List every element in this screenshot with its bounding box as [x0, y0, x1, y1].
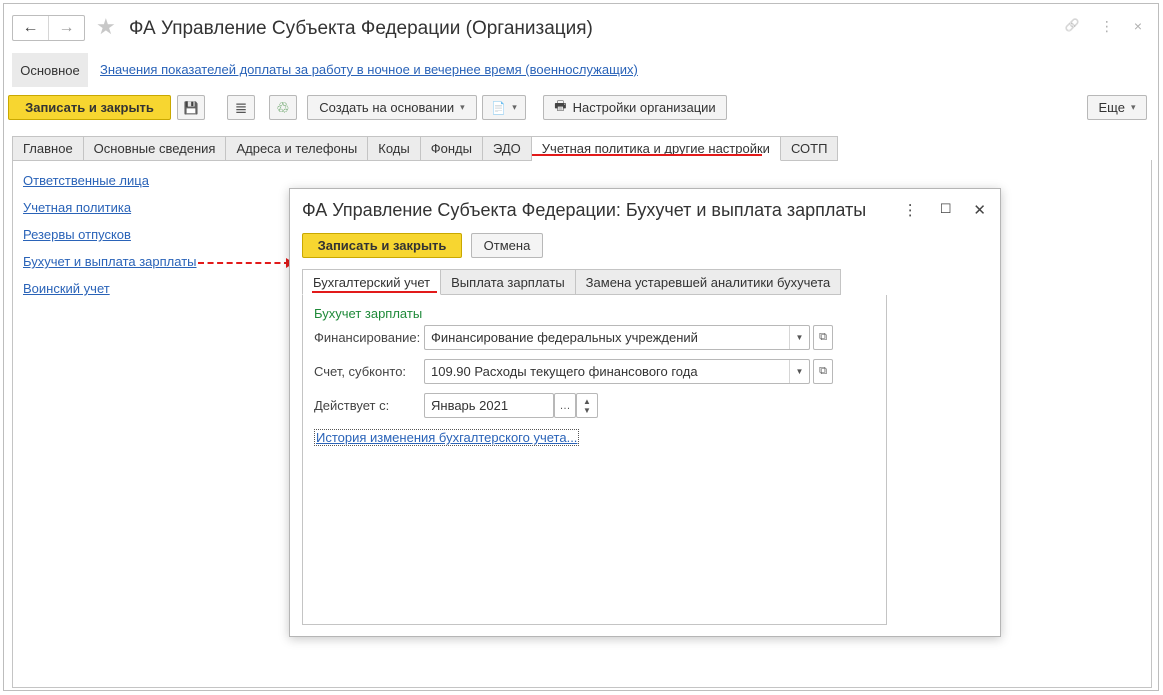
documents-icon[interactable]: 📄 ▾ — [482, 95, 526, 120]
tab-main[interactable]: Главное — [12, 136, 84, 161]
forward-icon[interactable]: → — [48, 16, 84, 40]
org-settings-button[interactable]: 🖶 Настройки организации — [543, 95, 727, 120]
nav-buttons: ← → — [12, 15, 85, 41]
financing-field[interactable]: Финансирование федеральных учреждений ▼ — [424, 325, 810, 350]
stepper-icon[interactable]: ▲ ▼ — [576, 393, 598, 418]
window-title: ФА Управление Субъекта Федерации (Органи… — [129, 18, 593, 39]
settings-links: Ответственные лица Учетная политика Резе… — [23, 173, 197, 308]
main-window: ← → ★ ФА Управление Субъекта Федерации (… — [3, 3, 1159, 691]
dialog-maximize-icon[interactable]: ☐ — [940, 201, 952, 219]
structure-icon[interactable]: ♲ — [269, 95, 297, 120]
valid-from-field[interactable]: Январь 2021 — [424, 393, 554, 418]
subnav-night-pay-link[interactable]: Значения показателей доплаты за работу в… — [100, 62, 638, 77]
history-link[interactable]: История изменения бухгалтерского учета..… — [314, 429, 580, 446]
link-military-registration[interactable]: Воинский учет — [23, 281, 197, 308]
annotation-underline-tab — [532, 154, 762, 156]
annotation-arrow — [198, 262, 290, 266]
dialog-tab-replace-analytics[interactable]: Замена устаревшей аналитики бухучета — [575, 269, 842, 295]
link-icon[interactable]: 🔗 — [1065, 18, 1080, 35]
tab-edo[interactable]: ЭДО — [482, 136, 532, 161]
dialog-save-close-button[interactable]: Записать и закрыть — [302, 233, 462, 258]
back-icon[interactable]: ← — [13, 16, 48, 40]
tab-funds[interactable]: Фонды — [420, 136, 483, 161]
payroll-dialog: ФА Управление Субъекта Федерации: Бухуче… — [289, 188, 1001, 637]
open-icon[interactable]: ⧉ — [813, 359, 833, 384]
favorite-star-icon[interactable]: ★ — [96, 16, 116, 38]
tab-codes[interactable]: Коды — [368, 136, 421, 161]
account-field[interactable]: 109.90 Расходы текущего финансового года… — [424, 359, 810, 384]
dialog-close-icon[interactable]: ✕ — [973, 201, 986, 219]
main-tabs: Главное Основные сведения Адреса и телеф… — [12, 136, 839, 161]
link-responsible-persons[interactable]: Ответственные лица — [23, 173, 197, 200]
link-accounting-policy[interactable]: Учетная политика — [23, 200, 197, 227]
list-icon[interactable]: ≣ — [227, 95, 255, 120]
annotation-underline-dialog-tab — [312, 291, 437, 293]
dialog-cancel-button[interactable]: Отмена — [471, 233, 543, 258]
account-label: Счет, субконто: — [314, 364, 407, 379]
link-vacation-reserves[interactable]: Резервы отпусков — [23, 227, 197, 254]
financing-label: Финансирование: — [314, 330, 421, 345]
select-period-icon[interactable]: … — [554, 393, 576, 418]
tab-basic-info[interactable]: Основные сведения — [83, 136, 227, 161]
tab-sotp[interactable]: СОТП — [780, 136, 839, 161]
valid-from-label: Действует с: — [314, 398, 390, 413]
dialog-controls: ⋮ ☐ ✕ — [903, 201, 986, 219]
chevron-down-icon[interactable]: ▼ — [789, 326, 809, 349]
more-icon[interactable]: ⋮ — [1100, 18, 1114, 35]
printer-icon: 🖶 — [554, 97, 567, 113]
save-close-button[interactable]: Записать и закрыть — [8, 95, 171, 120]
subnav-main[interactable]: Основное — [12, 53, 88, 87]
window-controls: 🔗 ⋮ × — [1065, 18, 1142, 35]
save-icon[interactable]: 💾 — [177, 95, 205, 120]
chevron-down-icon[interactable]: ▼ — [789, 360, 809, 383]
tab-accounting-policy[interactable]: Учетная политика и другие настройки — [531, 136, 781, 161]
dialog-more-icon[interactable]: ⋮ — [903, 201, 918, 219]
more-button[interactable]: Еще ▾ — [1087, 95, 1147, 120]
close-icon[interactable]: × — [1134, 18, 1142, 35]
link-payroll-accounting[interactable]: Бухучет и выплата зарплаты — [23, 254, 197, 281]
dialog-title: ФА Управление Субъекта Федерации: Бухуче… — [302, 200, 867, 220]
group-title: Бухучет зарплаты — [314, 306, 423, 321]
open-icon[interactable]: ⧉ — [813, 325, 833, 350]
dialog-tab-payment[interactable]: Выплата зарплаты — [441, 269, 576, 295]
create-based-on-button[interactable]: Создать на основании ▾ — [307, 95, 477, 120]
tab-addresses[interactable]: Адреса и телефоны — [226, 136, 369, 161]
